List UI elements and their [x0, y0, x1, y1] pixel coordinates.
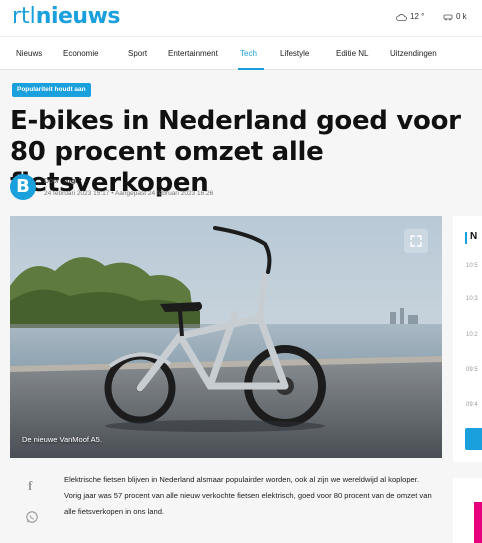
cloud-icon [396, 13, 407, 21]
active-tab-indicator [238, 68, 264, 70]
nav-item-nieuws[interactable]: Nieuws [16, 49, 42, 58]
weather-temp: 12 ° [410, 12, 425, 21]
nav-item-economie[interactable]: Economie [63, 49, 99, 58]
expand-image-button[interactable] [404, 229, 428, 253]
author-avatar[interactable]: B [10, 174, 36, 200]
sidebar-time[interactable]: 10:3 [466, 296, 478, 302]
sidebar-ad-accent[interactable] [474, 502, 482, 543]
weather-widget[interactable]: 12 ° [396, 12, 424, 21]
ebike-photo [10, 216, 442, 458]
whatsapp-glyph [26, 511, 38, 523]
traffic-count: 0 k [456, 12, 467, 21]
sidebar-time[interactable]: 10:5 [466, 263, 478, 269]
logo-main: nieuws [35, 4, 121, 29]
byline-prefix: Door [44, 178, 62, 185]
sidebar-accent-bar [465, 232, 467, 244]
article-dates: 24 februari 2023 15:17 • Aangepast 24 fe… [44, 190, 214, 197]
nav-item-editie-nl[interactable]: Editie NL [336, 49, 368, 58]
article-title: E-bikes in Nederland goed voor 80 procen… [10, 106, 461, 198]
nav-item-sport[interactable]: Sport [128, 49, 147, 58]
article-intro: Elektrische fietsen blijven in Nederland… [64, 475, 432, 516]
expand-icon [410, 235, 422, 247]
sidebar-more-button[interactable] [465, 428, 482, 450]
sidebar-time[interactable]: 09:5 [466, 367, 478, 373]
nav-item-tech[interactable]: Tech [240, 49, 257, 58]
byline: Door Bright [44, 178, 82, 185]
logo-prefix: rtl [12, 4, 36, 29]
author-name[interactable]: Bright [61, 178, 82, 185]
nav-item-lifestyle[interactable]: Lifestyle [280, 49, 309, 58]
sidebar-heading: N [470, 231, 478, 242]
whatsapp-icon[interactable] [25, 510, 39, 529]
sidebar-time[interactable]: 09:4 [466, 402, 478, 408]
site-header: rtlnieuws 12 ° 0 k [0, 0, 482, 36]
nav-item-uitzendingen[interactable]: Uitzendingen [390, 49, 437, 58]
sidebar-time[interactable]: 10:2 [466, 332, 478, 338]
news-sidebar [453, 216, 482, 462]
category-badge[interactable]: Populariteit houdt aan [12, 83, 91, 97]
nav-item-entertainment[interactable]: Entertainment [168, 49, 218, 58]
facebook-icon[interactable]: f [28, 478, 32, 494]
image-caption: De nieuwe VanMoof A5. [22, 435, 102, 444]
hero-image[interactable] [10, 216, 442, 458]
main-nav: Nieuws Economie Sport Entertainment Tech… [0, 36, 482, 70]
site-logo[interactable]: rtlnieuws [12, 4, 121, 29]
traffic-icon [443, 14, 453, 20]
traffic-widget[interactable]: 0 k [443, 12, 467, 21]
